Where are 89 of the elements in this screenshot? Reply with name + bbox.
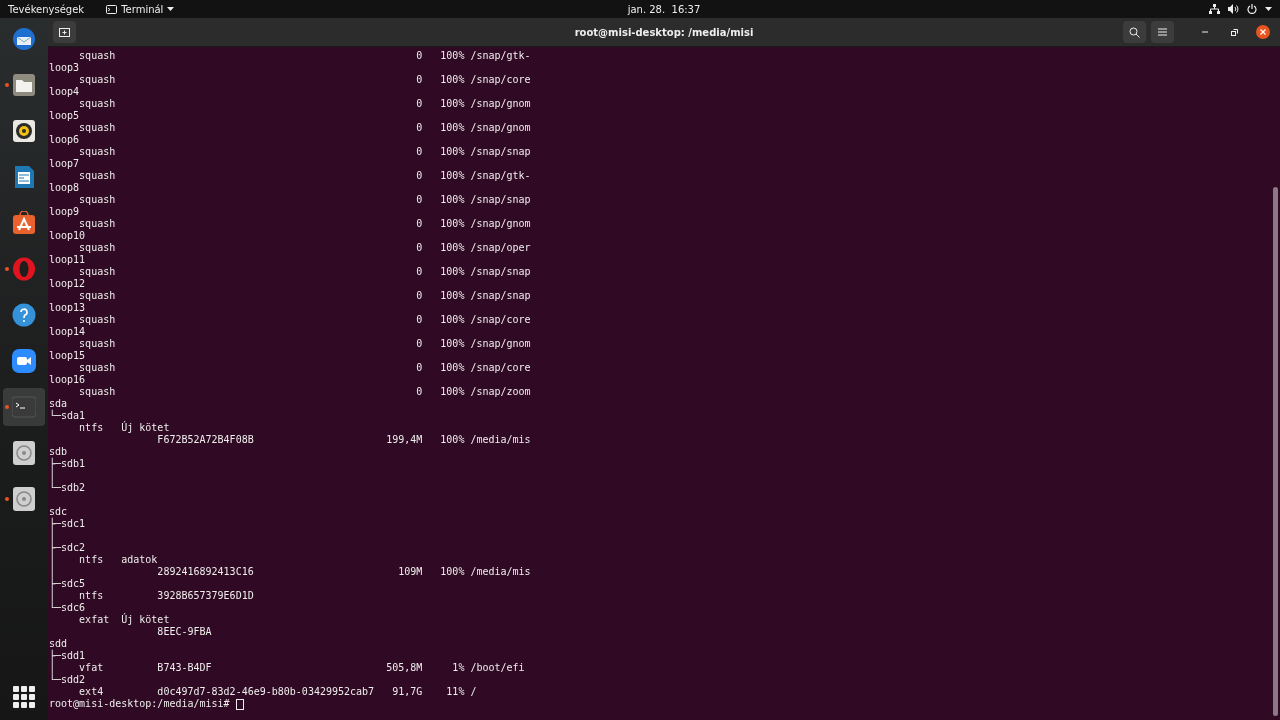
terminal-line: loop15 <box>49 350 87 362</box>
terminal-line: loop6 <box>49 134 81 146</box>
terminal-line: │ <box>49 470 56 482</box>
terminal-line: sda <box>49 398 69 409</box>
network-icon[interactable] <box>1209 4 1220 14</box>
search-icon <box>1129 26 1140 38</box>
terminal-line: squash 0 100% /snap/gnom <box>78 98 532 110</box>
shopping-bag-icon <box>12 211 36 235</box>
terminal-line: loop4 <box>49 86 81 98</box>
speaker-icon <box>12 119 36 143</box>
terminal-line: loop12 <box>49 278 87 290</box>
terminal-line: loop13 <box>49 302 87 314</box>
running-indicator <box>5 405 9 409</box>
restore-icon <box>1230 28 1238 36</box>
terminal-line: F672B52A72B4F08B 199,4M 100% /media/mis <box>156 434 532 446</box>
terminal-line: loop8 <box>49 182 81 194</box>
folder-icon <box>12 73 36 97</box>
terminal-line: │ vfat B743-B4DF 505,8M 1% /boot/efi <box>49 662 526 674</box>
terminal-line: squash 0 100% /snap/gnom <box>78 338 532 350</box>
close-icon <box>1256 25 1270 39</box>
terminal-line: └─sdd2 <box>49 674 87 686</box>
terminal-line: ntfs Új kötet <box>78 422 171 434</box>
terminal-line: squash 0 100% /snap/gnom <box>78 218 532 230</box>
terminal-line: loop5 <box>49 110 81 122</box>
terminal-line: loop16 <box>49 374 87 386</box>
scrollbar[interactable] <box>1273 187 1278 716</box>
document-icon <box>12 165 36 189</box>
terminal-icon <box>12 395 36 419</box>
terminal-line: sdb <box>49 446 69 457</box>
terminal-line: │ 2892416892413C16 109M 100% /media/mis <box>49 566 532 578</box>
activities-button[interactable]: Tevékenységek <box>8 3 85 15</box>
terminal-line: loop7 <box>49 158 81 170</box>
new-tab-button[interactable] <box>53 21 76 43</box>
search-button[interactable] <box>1123 21 1146 43</box>
terminal-line: ├─sdb1 <box>49 458 87 470</box>
terminal-line: ext4 d0c497d7-83d2-46e9-b80b-03429952cab7 91,7G 11% / <box>78 686 478 698</box>
new-tab-icon <box>59 27 70 37</box>
terminal-line: squash 0 100% /snap/core <box>78 74 532 86</box>
terminal-line: ├─sdc5 <box>49 578 87 590</box>
terminal-line: squash 0 100% /snap/snap <box>78 290 532 302</box>
caret-icon[interactable] <box>1265 7 1272 11</box>
terminal-line: squash 0 100% /snap/oper <box>78 242 532 254</box>
terminal-line: └─sdc6 <box>49 602 87 614</box>
window-title: root@misi-desktop: /media/misi <box>574 26 754 38</box>
terminal-line: squash 0 100% /snap/snap <box>78 146 532 158</box>
caret-icon <box>167 7 175 11</box>
terminal-line: squash 0 100% /snap/gnom <box>78 122 532 134</box>
terminal-icon <box>106 4 118 14</box>
terminal-line: squash 0 100% /snap/core <box>78 362 532 374</box>
terminal-line: └─sda1 <box>49 410 87 422</box>
terminal-line: squash 0 100% /snap/gtk- <box>78 170 532 182</box>
help-icon <box>12 303 36 327</box>
minimize-icon <box>1202 31 1208 33</box>
volume-icon[interactable] <box>1228 4 1239 14</box>
terminal-line: │ ntfs adatok <box>49 554 159 566</box>
terminal-line: squash 0 100% /snap/snap <box>78 194 532 206</box>
terminal-line: squash 0 100% /snap/zoom <box>78 386 532 398</box>
video-camera-icon <box>12 349 36 373</box>
terminal-line: exfat Új kötet <box>78 614 171 626</box>
terminal-prompt: root@misi-desktop:/media/misi# <box>49 698 231 710</box>
cursor <box>235 698 244 710</box>
mail-app-icon <box>12 27 36 51</box>
terminal-line: sdc <box>49 506 69 517</box>
terminal-line: └─sdb2 <box>49 482 87 494</box>
terminal-line: squash 0 100% /snap/snap <box>78 266 532 278</box>
terminal-line: │ <box>49 530 56 542</box>
terminal-line: loop3 <box>49 62 81 74</box>
menu-icon <box>1158 28 1167 36</box>
power-icon[interactable] <box>1247 4 1257 14</box>
ring-icon <box>12 257 36 281</box>
running-indicator <box>5 267 9 271</box>
terminal-line: ├─sdd1 <box>49 650 87 662</box>
terminal-line: sdd <box>49 638 69 649</box>
terminal-line: ├─sdc2 <box>49 542 87 554</box>
running-indicator <box>5 497 9 501</box>
terminal-line: loop11 <box>49 254 87 266</box>
app-menu[interactable]: Terminál <box>106 3 175 15</box>
terminal-line: │ ntfs 3928B657379E6D1D <box>49 590 255 602</box>
app-grid-icon[interactable] <box>13 686 35 708</box>
terminal-line: loop10 <box>49 230 87 242</box>
terminal-line: squash 0 100% /snap/core <box>78 314 532 326</box>
running-indicator <box>5 83 9 87</box>
terminal-line: loop14 <box>49 326 87 338</box>
clock[interactable]: jan. 28. 16:37 <box>627 3 701 15</box>
terminal-line: loop9 <box>49 206 81 218</box>
terminal-line: ├─sdc1 <box>49 518 87 530</box>
terminal-line: 8EEC-9FBA <box>156 626 213 638</box>
menu-button[interactable] <box>1151 21 1174 43</box>
terminal-line: squash 0 100% /snap/gtk- <box>78 50 532 62</box>
